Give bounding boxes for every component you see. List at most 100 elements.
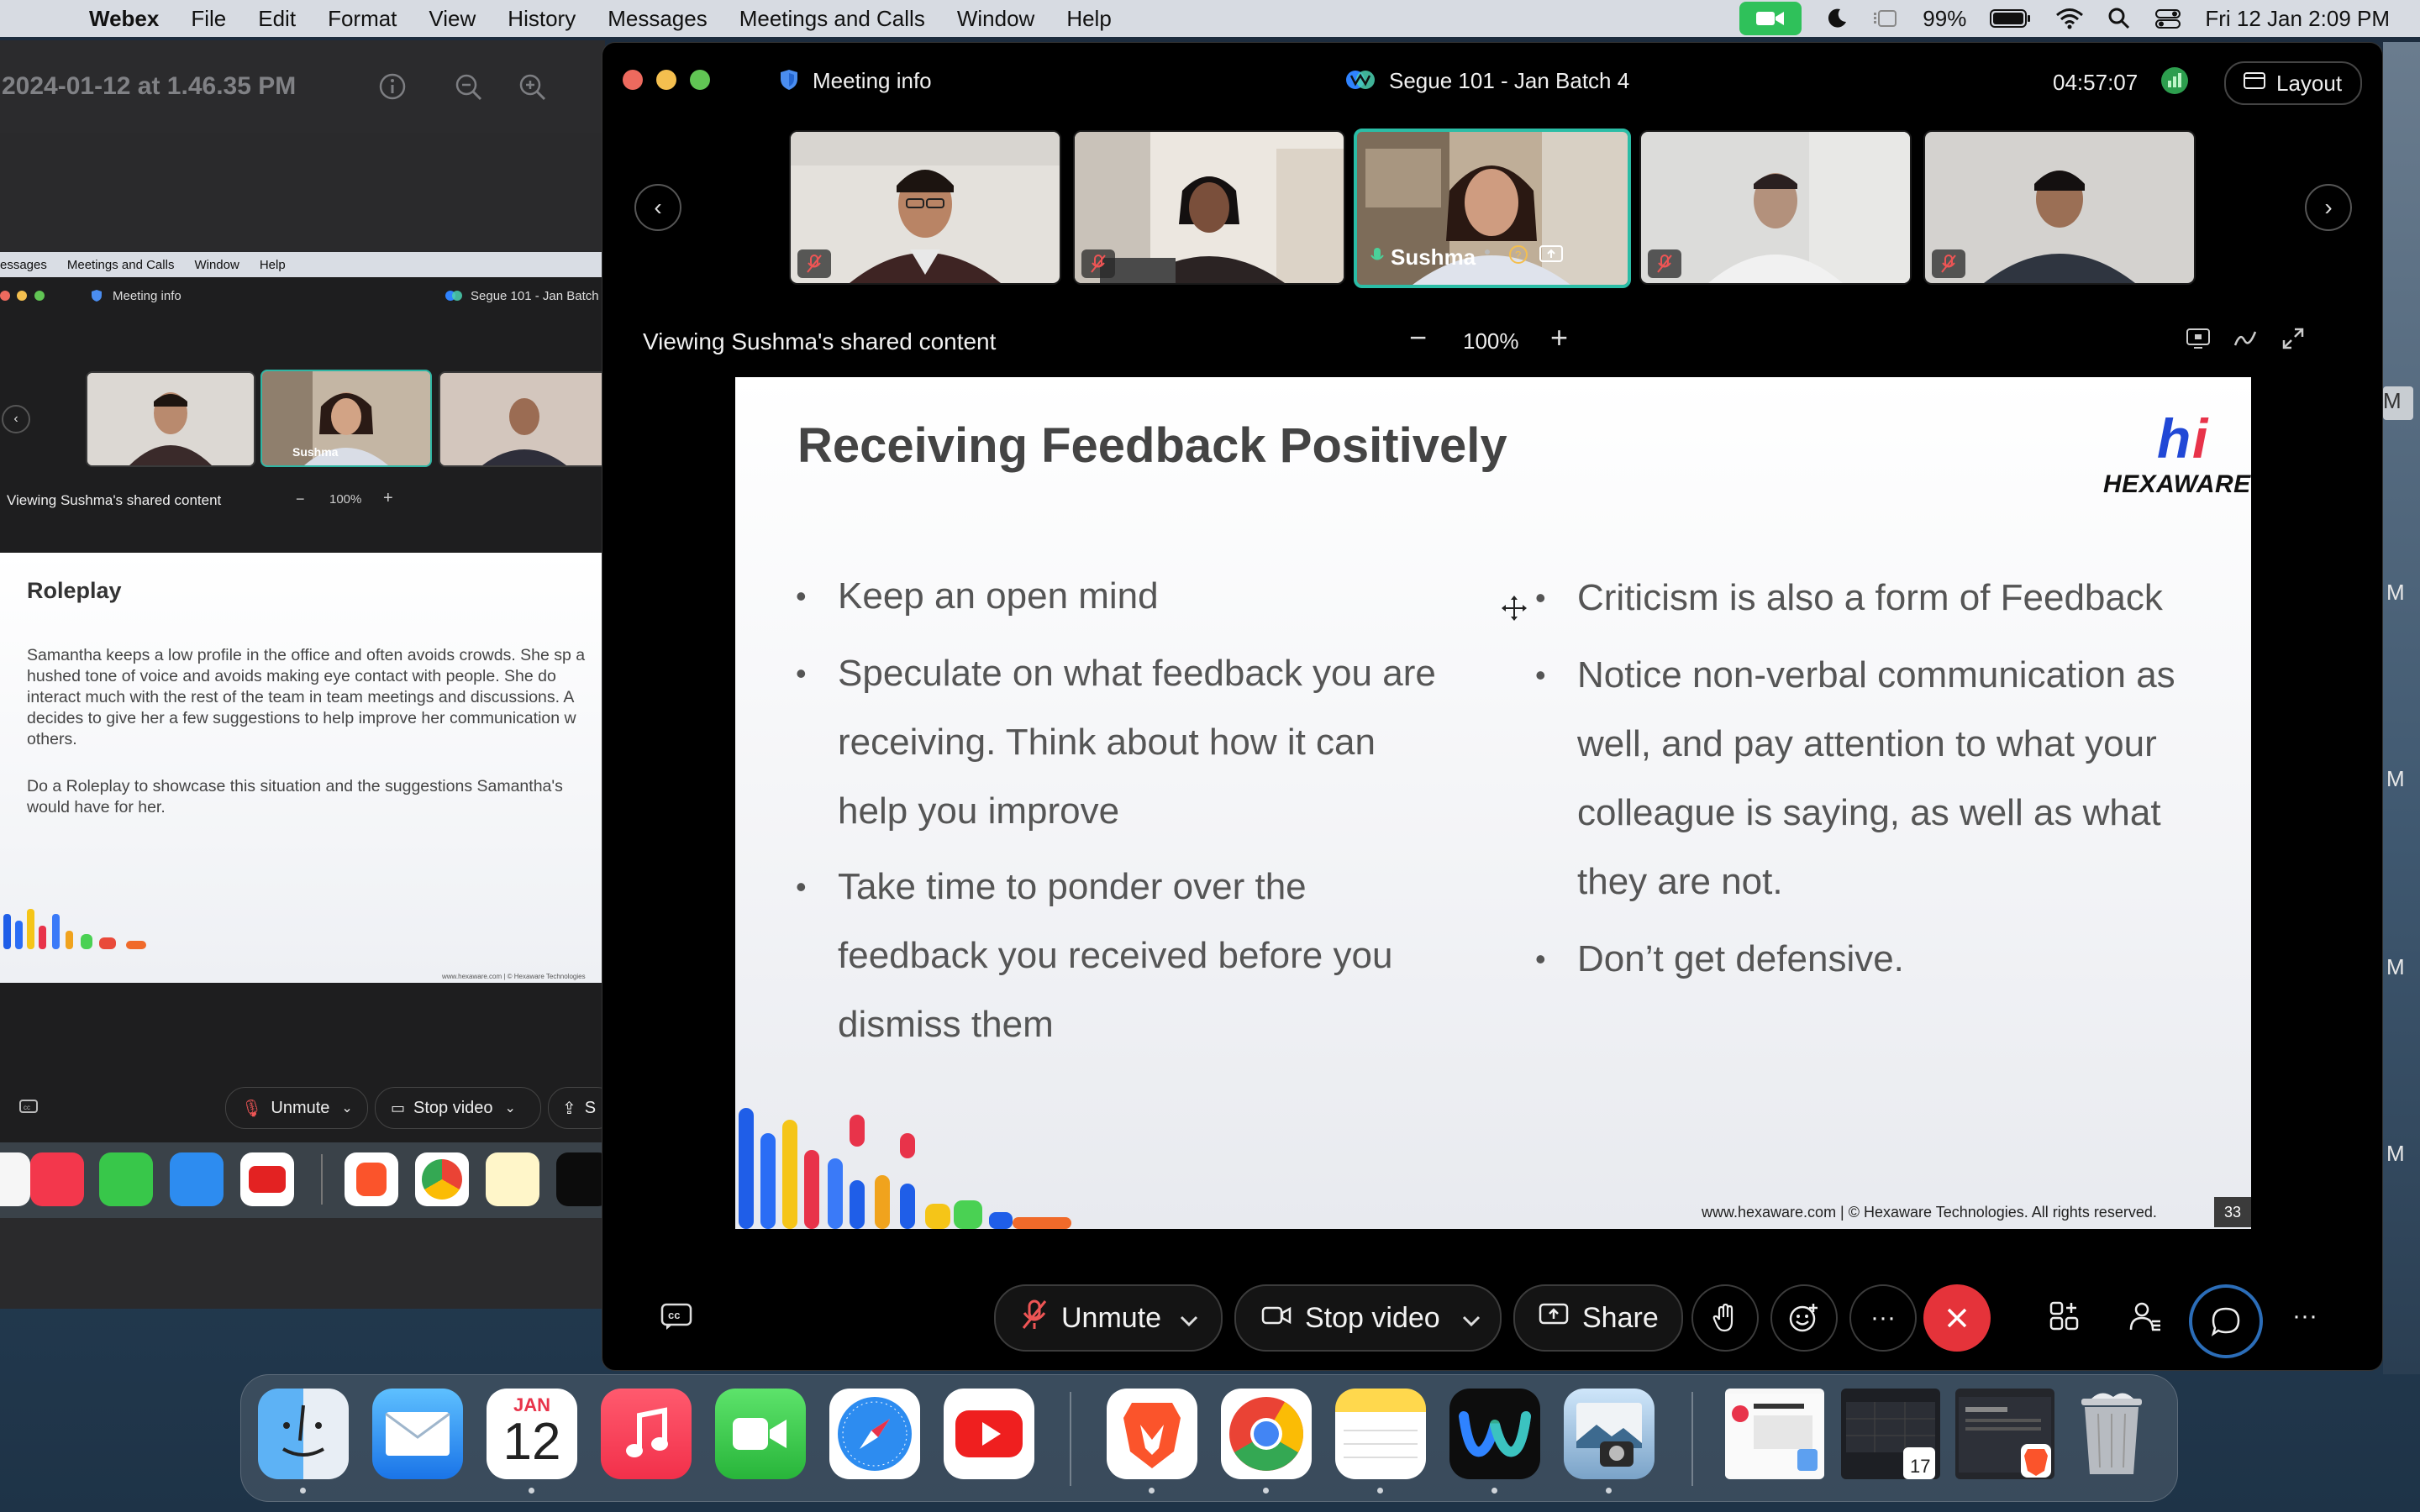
youtube-icon[interactable] bbox=[944, 1389, 1034, 1479]
svg-text:i: i bbox=[2192, 409, 2209, 465]
inner-viewing-text: Viewing Sushma's shared content bbox=[7, 492, 222, 508]
apps-icon[interactable] bbox=[2043, 1294, 2086, 1338]
menu-app-name[interactable]: Webex bbox=[89, 6, 159, 32]
share-button[interactable]: Share bbox=[1513, 1284, 1683, 1352]
apple-menu-icon[interactable] bbox=[30, 4, 59, 33]
menu-history[interactable]: History bbox=[508, 6, 576, 32]
calendar-day: 12 bbox=[502, 1413, 561, 1471]
participants-icon[interactable] bbox=[2123, 1294, 2167, 1338]
notes-icon[interactable] bbox=[1335, 1389, 1426, 1479]
spotlight-search-icon[interactable] bbox=[2107, 7, 2131, 30]
recent-document-stack-icon[interactable] bbox=[1725, 1389, 1824, 1479]
inner-prev-arrow-icon: ‹ bbox=[2, 405, 30, 433]
safari-icon[interactable] bbox=[829, 1389, 920, 1479]
participant-tile[interactable] bbox=[1923, 130, 2196, 285]
unmute-label: Unmute bbox=[1061, 1301, 1162, 1334]
raise-hand-button[interactable] bbox=[1691, 1284, 1759, 1352]
brave-browser-icon[interactable] bbox=[1107, 1389, 1197, 1479]
edge-letter: M bbox=[2386, 954, 2405, 979]
chat-button[interactable] bbox=[2189, 1284, 2263, 1358]
menu-file[interactable]: File bbox=[191, 6, 226, 32]
control-center-icon[interactable] bbox=[2154, 7, 2181, 30]
recent-screenshot-stack-icon[interactable] bbox=[1955, 1389, 2054, 1479]
more-options-button[interactable]: ··· bbox=[1849, 1284, 1917, 1352]
calendar-icon[interactable]: JAN 12 bbox=[487, 1389, 577, 1479]
menu-messages[interactable]: Messages bbox=[608, 6, 708, 32]
inner-video-icon: ▭ bbox=[391, 1099, 406, 1116]
annotate-icon[interactable] bbox=[2233, 327, 2258, 354]
participant-video bbox=[1925, 132, 2194, 283]
share-view-options-icon[interactable] bbox=[2186, 327, 2211, 354]
layout-button[interactable]: Layout bbox=[2224, 61, 2362, 105]
presenter-tile[interactable]: Sushma ? bbox=[1354, 129, 1631, 288]
menu-window[interactable]: Window bbox=[957, 6, 1034, 32]
preview-app-icon[interactable] bbox=[1564, 1389, 1655, 1479]
menu-edit[interactable]: Edit bbox=[258, 6, 296, 32]
wifi-icon[interactable] bbox=[2055, 7, 2084, 30]
recent-calendar-stack-icon[interactable]: 17 bbox=[1841, 1389, 1940, 1479]
stage-manager-icon[interactable] bbox=[1872, 7, 1899, 30]
ellipsis-icon: ··· bbox=[1870, 1304, 1896, 1331]
inner-meeting-info: Meeting info bbox=[113, 289, 182, 303]
edge-letter: M bbox=[2386, 580, 2405, 605]
menu-view[interactable]: View bbox=[429, 6, 476, 32]
svg-text:cc: cc bbox=[668, 1309, 680, 1321]
unmute-button[interactable]: Unmute bbox=[994, 1284, 1223, 1352]
webex-app-icon[interactable] bbox=[1449, 1389, 1540, 1479]
inner-zoom-minus-icon: − bbox=[296, 491, 305, 507]
participant-tile[interactable] bbox=[789, 130, 1061, 285]
menu-format[interactable]: Format bbox=[328, 6, 397, 32]
viewing-shared-content-label: Viewing Sushma's shared content bbox=[643, 328, 997, 354]
share-screen-icon bbox=[1539, 1302, 1569, 1335]
meeting-info-label[interactable]: Meeting info bbox=[813, 68, 932, 94]
participant-tile[interactable] bbox=[1639, 130, 1912, 285]
camera-in-use-icon[interactable] bbox=[1739, 2, 1802, 35]
inner-slide-paragraph-1: Samantha keeps a low profile in the offi… bbox=[27, 646, 586, 748]
slide-footer: www.hexaware.com | © Hexaware Technologi… bbox=[1702, 1204, 2157, 1221]
stop-video-button[interactable]: Stop video bbox=[1234, 1284, 1502, 1352]
zoom-in-icon[interactable] bbox=[518, 72, 548, 109]
inner-facetime-icon bbox=[99, 1152, 153, 1206]
network-health-icon[interactable] bbox=[2160, 66, 2189, 99]
speaking-mic-icon bbox=[1370, 246, 1384, 270]
info-icon[interactable] bbox=[378, 72, 407, 108]
finder-icon[interactable] bbox=[258, 1389, 349, 1479]
inner-zoom-plus-icon: + bbox=[383, 489, 393, 507]
host-badge-icon: ? bbox=[1508, 244, 1528, 269]
participant-tile[interactable] bbox=[1073, 130, 1345, 285]
macos-dock: JAN 12 17 bbox=[240, 1374, 2178, 1502]
filmstrip-prev-arrow-icon[interactable]: ‹ bbox=[634, 184, 681, 231]
shield-icon[interactable] bbox=[779, 68, 799, 96]
battery-icon[interactable] bbox=[1990, 8, 2032, 29]
inner-slide-footer: www.hexaware.com | © Hexaware Technologi… bbox=[442, 973, 586, 980]
facetime-icon[interactable] bbox=[715, 1389, 806, 1479]
video-options-chevron-icon[interactable] bbox=[1462, 1302, 1481, 1335]
chrome-icon[interactable] bbox=[1221, 1389, 1312, 1479]
inner-chrome-icon bbox=[415, 1152, 469, 1206]
menubar-clock[interactable]: Fri 12 Jan 2:09 PM bbox=[2205, 6, 2390, 32]
layout-label: Layout bbox=[2276, 70, 2343, 96]
mail-icon[interactable] bbox=[372, 1389, 463, 1479]
zoom-out-icon[interactable] bbox=[454, 72, 484, 109]
menu-help[interactable]: Help bbox=[1066, 6, 1111, 32]
inner-share-label: S bbox=[584, 1098, 597, 1117]
fullscreen-icon[interactable] bbox=[2281, 327, 2305, 354]
moon-icon[interactable] bbox=[1825, 7, 1849, 30]
trash-icon[interactable] bbox=[2066, 1389, 2157, 1479]
window-zoom-button[interactable] bbox=[690, 70, 710, 90]
window-minimize-button[interactable] bbox=[656, 70, 676, 90]
zoom-in-button[interactable]: + bbox=[1550, 320, 1568, 355]
music-icon[interactable] bbox=[601, 1389, 692, 1479]
reactions-button[interactable] bbox=[1770, 1284, 1838, 1352]
hexaware-hi-mark-icon: h i bbox=[2157, 407, 2209, 470]
zoom-out-button[interactable]: − bbox=[1409, 320, 1427, 355]
unmute-options-chevron-icon[interactable] bbox=[1180, 1302, 1198, 1335]
window-close-button[interactable] bbox=[623, 70, 643, 90]
end-call-button[interactable] bbox=[1923, 1284, 1991, 1352]
overflow-menu-icon[interactable]: ··· bbox=[2283, 1294, 2327, 1338]
menu-meetings-calls[interactable]: Meetings and Calls bbox=[739, 6, 925, 32]
closed-captions-icon[interactable]: cc bbox=[655, 1294, 698, 1338]
filmstrip-next-arrow-icon[interactable]: › bbox=[2305, 184, 2352, 231]
dock-divider bbox=[1070, 1392, 1071, 1486]
inner-youtube-icon bbox=[240, 1152, 294, 1206]
